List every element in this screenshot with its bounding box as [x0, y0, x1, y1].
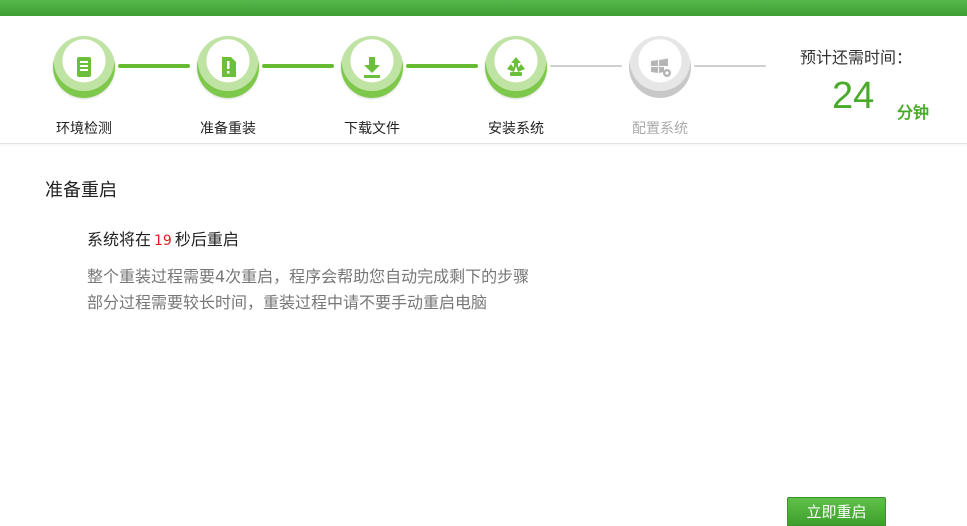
- description-line-1: 整个重装过程需要4次重启，程序会帮助您自动完成剩下的步骤: [87, 267, 530, 286]
- recycle-install-icon: [507, 57, 525, 76]
- step-connector: [550, 65, 622, 67]
- countdown-prefix: 系统将在: [87, 230, 152, 249]
- description-line-2: 部分过程需要较长时间，重装过程中请不要手动重启电脑: [87, 293, 488, 312]
- step-connector: [406, 64, 478, 68]
- step-connector: [118, 64, 190, 68]
- eta-unit: 分钟: [897, 103, 930, 122]
- step-prepare-reinstall: [197, 36, 259, 98]
- windows-gear-icon: [651, 58, 671, 77]
- section-title: 准备重启: [45, 180, 117, 201]
- step-label-configure-system: 配置系统: [632, 121, 688, 137]
- step-label-environment-check: 环境检测: [56, 121, 112, 137]
- step-download-files: [341, 36, 403, 98]
- alert-document-icon: [222, 57, 236, 77]
- step-label-install-system: 安装系统: [488, 121, 544, 137]
- progress-header: 环境检测 准备重装 下载文件 安装系统 配置系统 预计还需时间： 24 分钟: [0, 16, 967, 144]
- eta-label: 预计还需时间：: [800, 48, 913, 67]
- restart-countdown: 系统将在 19 秒后重启: [87, 226, 239, 250]
- countdown-seconds: 19: [154, 233, 172, 249]
- restart-now-button[interactable]: 立即重启: [787, 497, 886, 526]
- step-configure-system: [629, 36, 691, 98]
- title-bar: [0, 0, 967, 16]
- step-connector: [262, 64, 334, 68]
- step-label-prepare-reinstall: 准备重装: [200, 121, 256, 137]
- step-install-system: [485, 36, 547, 98]
- countdown-suffix: 秒后重启: [174, 230, 239, 249]
- step-label-download-files: 下载文件: [344, 121, 400, 137]
- step-connector: [694, 65, 766, 67]
- download-icon: [364, 57, 380, 78]
- checklist-document-icon: [77, 57, 91, 77]
- step-environment-check: [53, 36, 115, 98]
- eta-value: 24: [832, 75, 875, 117]
